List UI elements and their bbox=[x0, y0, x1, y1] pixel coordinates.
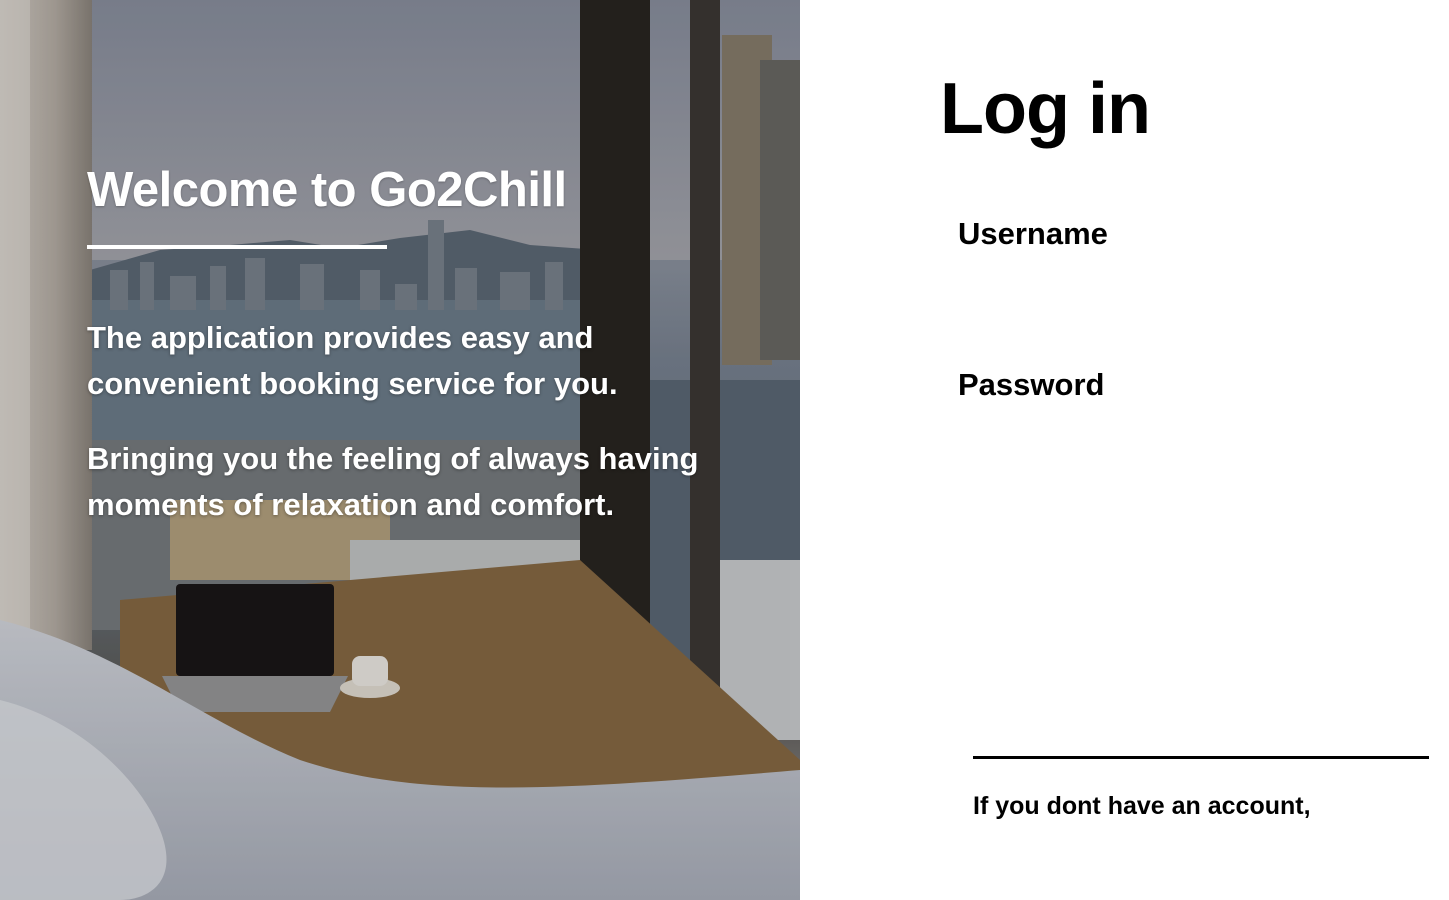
username-input[interactable] bbox=[958, 262, 1428, 318]
password-input[interactable] bbox=[958, 413, 1428, 469]
password-label: Password bbox=[958, 367, 1105, 402]
hero-paragraph-relaxation: Bringing you the feeling of always havin… bbox=[87, 441, 699, 522]
hero-title: Welcome to Go2Chill bbox=[87, 163, 567, 217]
hero-paragraph-booking: The application provides easy and conven… bbox=[87, 320, 618, 401]
hero-panel: Welcome to Go2Chill The application prov… bbox=[0, 0, 800, 900]
hero-divider bbox=[87, 245, 387, 249]
form-divider bbox=[973, 756, 1429, 759]
signup-prompt: If you dont have an account, bbox=[973, 792, 1311, 820]
username-label: Username bbox=[958, 216, 1108, 251]
login-title: Log in bbox=[940, 69, 1151, 149]
